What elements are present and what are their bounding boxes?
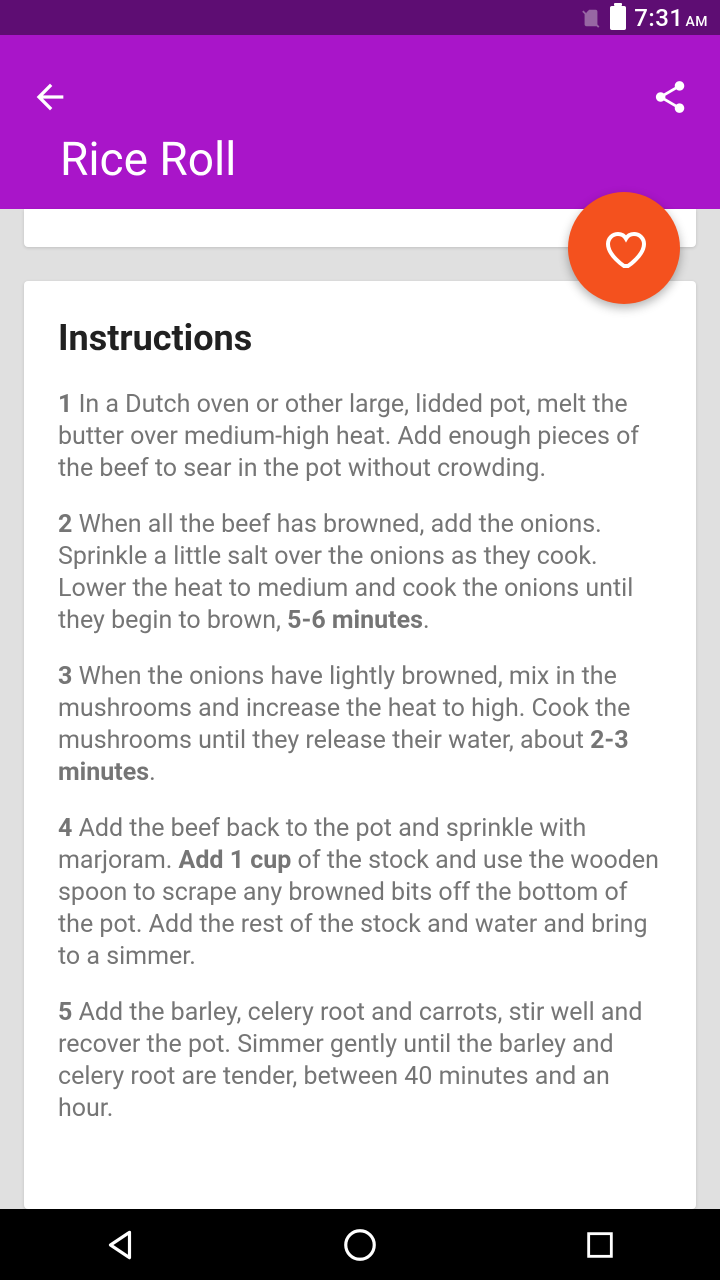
app-bar: Rice Roll [0,35,720,209]
instruction-step: 4 Add the beef back to the pot and sprin… [58,813,662,973]
content-area: Instructions 1 In a Dutch oven or other … [0,209,720,1209]
instructions-steps: 1 In a Dutch oven or other large, lidded… [58,389,662,1125]
status-ampm: AM [685,14,708,30]
step-bold-text: Add 1 cup [179,846,292,875]
favorite-fab[interactable] [568,192,680,304]
android-nav-bar [0,1209,720,1280]
instructions-card: Instructions 1 In a Dutch oven or other … [24,281,696,1209]
step-bold-text: 2-3 minutes [58,726,629,787]
back-button[interactable] [30,77,70,117]
step-number: 3 [58,662,79,691]
nav-home-button[interactable] [330,1215,390,1275]
battery-icon [610,6,626,30]
nav-back-button[interactable] [90,1215,150,1275]
step-bold-text: 5-6 minutes [287,606,423,635]
step-number: 1 [58,390,79,419]
instruction-step: 2 When all the beef has browned, add the… [58,509,662,637]
status-bar: 7:31AM [0,0,720,35]
step-number: 2 [58,510,79,539]
instruction-step: 1 In a Dutch oven or other large, lidded… [58,389,662,485]
instruction-step: 3 When the onions have lightly browned, … [58,661,662,789]
page-title: Rice Roll [60,133,236,187]
no-sim-icon [580,5,602,31]
step-number: 4 [58,814,79,843]
status-time: 7:31AM [634,4,708,32]
share-button[interactable] [650,77,690,117]
step-number: 5 [58,998,79,1027]
nav-recent-button[interactable] [570,1215,630,1275]
instruction-step: 5 Add the barley, celery root and carrot… [58,997,662,1125]
instructions-heading: Instructions [58,317,662,359]
